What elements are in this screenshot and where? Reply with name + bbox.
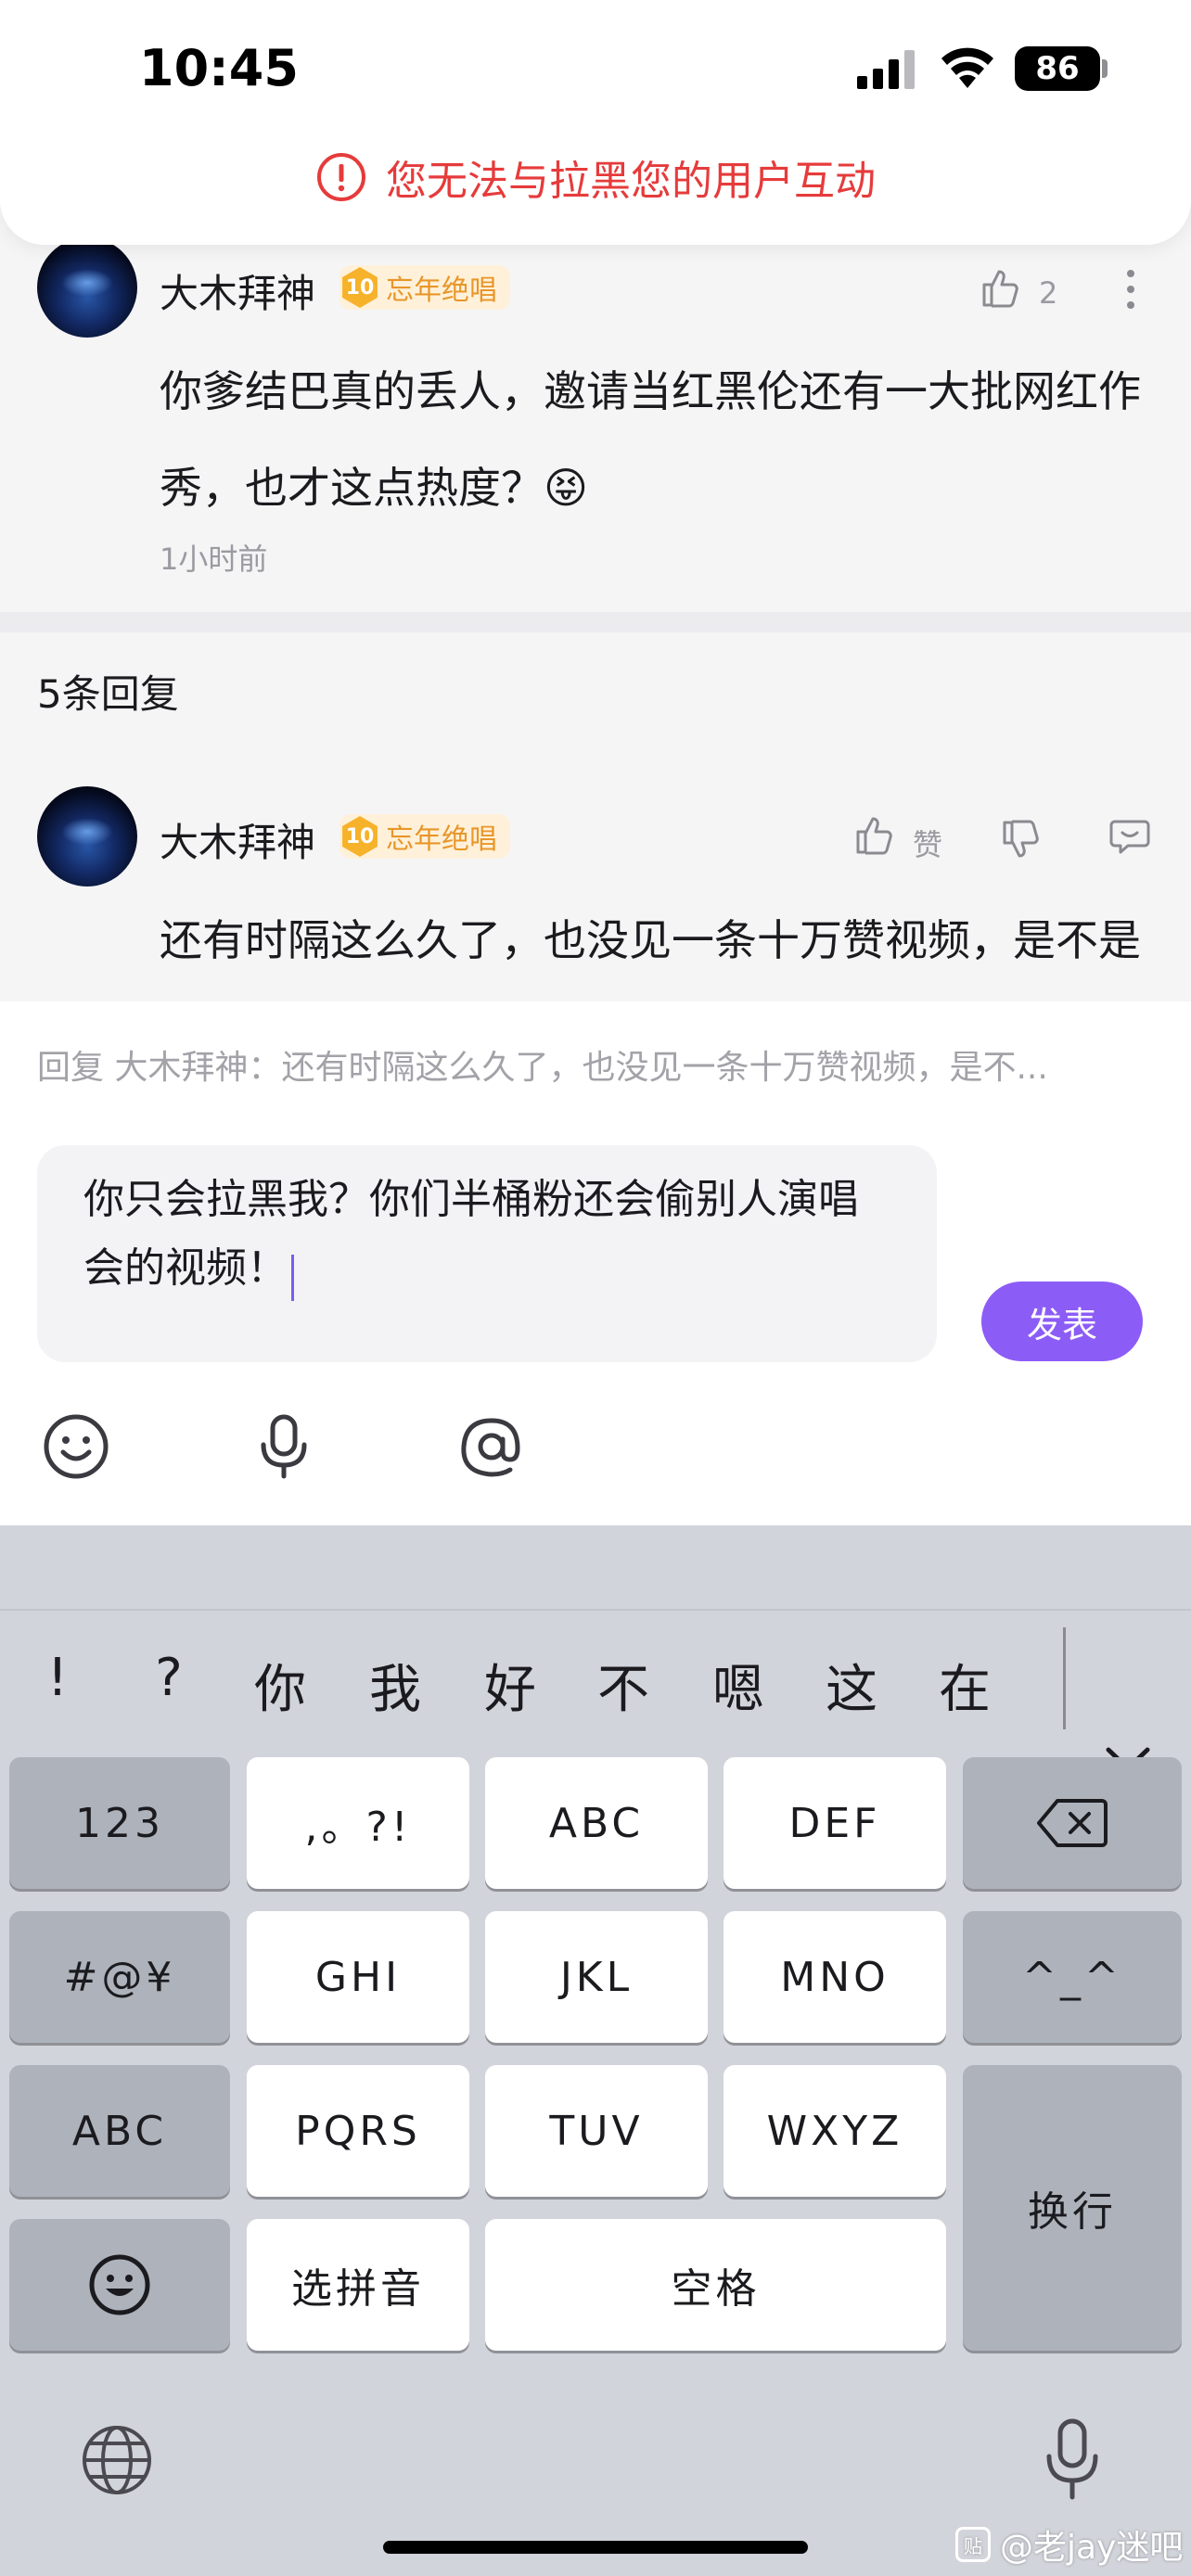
backspace-icon [1035, 1795, 1109, 1851]
candidate-word[interactable]: 你 [243, 1648, 317, 1723]
key-pinyin[interactable]: 选拼音 [247, 2219, 469, 2351]
key-numbers[interactable]: 123 [9, 1757, 230, 1889]
reply-target-preview: 回复 大木拜神：还有时隔这么久了，也没见一条十万赞视频，是不... [37, 1049, 1048, 1087]
candidate-word[interactable]: 这 [814, 1648, 889, 1723]
candidate-word[interactable]: 在 [928, 1648, 1002, 1723]
more-options-icon[interactable] [1117, 261, 1145, 317]
reply-composer: 回复 大木拜神：还有时隔这么久了，也没见一条十万赞视频，是不... 你只会拉黑我… [0, 1001, 1191, 1525]
return-key[interactable]: 换行 [963, 2065, 1182, 2351]
comment-time: 1小时前 [160, 542, 268, 577]
reply-bubble-icon[interactable] [1106, 812, 1154, 861]
candidate-word[interactable]: ? [132, 1648, 206, 1708]
username[interactable]: 大木拜神 [160, 811, 315, 868]
user-badge: 10 忘年绝唱 [339, 265, 510, 310]
candidate-word[interactable]: 嗯 [701, 1648, 775, 1723]
key-pqrs[interactable]: PQRS [247, 2065, 469, 2197]
user-badge: 10 忘年绝唱 [339, 814, 510, 859]
keyboard: ! ? 你 我 好 不 嗯 这 在 123 ,。?! ABC DEF #@¥ G… [0, 1525, 1191, 2576]
battery-level: 86 [1015, 46, 1100, 91]
candidate-word[interactable]: ! [20, 1648, 95, 1708]
badge-level: 10 [342, 816, 378, 857]
comment-text: 你爹结巴真的丢人，邀请当红黑伦还有一大批网红作秀，也才这点热度？😝 [160, 366, 1141, 513]
key-wxyz[interactable]: WXYZ [724, 2065, 946, 2197]
badge-title: 忘年绝唱 [386, 823, 497, 856]
block-warning: 您无法与拉黑您的用户互动 [0, 148, 1191, 206]
badge-title: 忘年绝唱 [386, 274, 497, 307]
comment-text: 还有时隔这么久了，也没见一条十万赞视频，是不是黄光大本营解散了？请不够人了？😝 [160, 915, 1141, 965]
emoji-icon[interactable] [39, 1409, 113, 1484]
backspace-key[interactable] [963, 1757, 1182, 1889]
globe-icon[interactable] [78, 2421, 156, 2499]
emoji-icon [87, 2252, 152, 2317]
key-abc-switch[interactable]: ABC [9, 2065, 230, 2197]
wifi-icon [939, 45, 996, 91]
battery-tip [1102, 59, 1108, 78]
thumbs-up-icon[interactable] [978, 265, 1024, 312]
mention-icon[interactable] [455, 1409, 529, 1484]
watermark-text: @老jay迷吧 [1000, 2529, 1184, 2567]
candidate-word[interactable]: 不 [586, 1648, 660, 1723]
key-punctuation[interactable]: ,。?! [247, 1757, 469, 1889]
key-tuv[interactable]: TUV [485, 2065, 708, 2197]
candidate-divider [1063, 1627, 1066, 1729]
candidate-word[interactable]: 我 [358, 1648, 432, 1723]
microphone-icon[interactable] [247, 1409, 321, 1484]
status-time: 10:45 [139, 39, 299, 97]
avatar[interactable] [37, 786, 137, 886]
warning-icon [315, 151, 367, 203]
key-jkl[interactable]: JKL [485, 1911, 708, 2043]
key-abc[interactable]: ABC [485, 1757, 708, 1889]
username[interactable]: 大木拜神 [160, 262, 315, 319]
key-mno[interactable]: MNO [724, 1911, 946, 2043]
home-indicator[interactable] [383, 2541, 808, 2554]
watermark-logo-icon: 贴 [955, 2527, 991, 2562]
status-header: 10:45 86 您无法与拉黑您的用户互动 [0, 0, 1191, 245]
warning-text: 您无法与拉黑您的用户互动 [386, 158, 876, 205]
badge-level: 10 [342, 267, 378, 308]
text-caret [291, 1254, 294, 1301]
cellular-signal-icon [857, 48, 920, 89]
space-key[interactable]: 空格 [485, 2219, 946, 2351]
thumbs-down-icon[interactable] [998, 816, 1044, 862]
key-symbols[interactable]: #@¥ [9, 1911, 230, 2043]
emoji-keyboard-key[interactable] [9, 2219, 230, 2351]
send-button[interactable]: 发表 [981, 1282, 1143, 1361]
candidate-word[interactable]: 好 [473, 1648, 547, 1723]
keyboard-toolbar [0, 1525, 1191, 1611]
reply-count: 5条回复 [37, 671, 179, 717]
avatar[interactable] [37, 237, 137, 338]
like-count: 2 [1039, 275, 1058, 311]
watermark: 贴 @老jay迷吧 [955, 2520, 1183, 2569]
key-ghi[interactable]: GHI [247, 1911, 469, 2043]
like-label: 赞 [913, 827, 943, 862]
key-kaomoji[interactable]: ^_^ [963, 1911, 1182, 2043]
dictation-microphone-icon[interactable] [1035, 2416, 1109, 2505]
thumbs-up-icon[interactable] [852, 812, 898, 859]
reply-input-text[interactable]: 你只会拉黑我？你们半桶粉还会偷别人演唱会的视频！ [83, 1176, 859, 1292]
divider [0, 612, 1191, 632]
candidate-bar: ! ? 你 我 好 不 嗯 这 在 [0, 1611, 1191, 1771]
key-def[interactable]: DEF [724, 1757, 946, 1889]
reply-input[interactable]: 你只会拉黑我？你们半桶粉还会偷别人演唱会的视频！ [37, 1145, 937, 1362]
